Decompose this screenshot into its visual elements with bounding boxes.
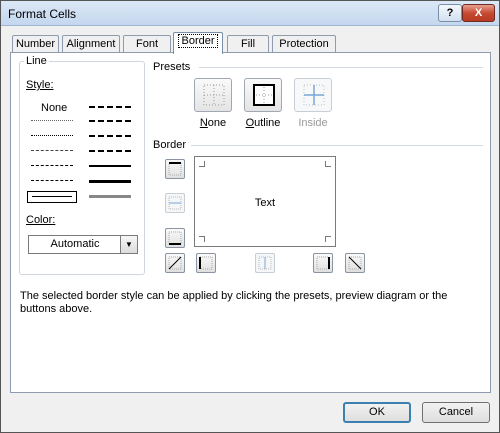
color-label: Color: bbox=[24, 214, 58, 226]
tab-font[interactable]: Font bbox=[123, 35, 171, 53]
border-preview[interactable]: Text bbox=[194, 156, 336, 247]
help-button[interactable]: ? bbox=[438, 4, 462, 22]
close-button[interactable]: X bbox=[462, 4, 495, 22]
border-inside-horizontal-icon bbox=[168, 196, 182, 210]
corner-mark-bl bbox=[199, 236, 205, 242]
tab-fill[interactable]: Fill bbox=[227, 35, 269, 53]
line-style-dash-dot-dot[interactable] bbox=[27, 146, 77, 156]
preview-text: Text bbox=[254, 197, 276, 209]
preset-inside-label: Inside bbox=[298, 117, 328, 129]
title-bar: Format Cells ? X bbox=[1, 1, 499, 26]
border-diagonal-down-button[interactable] bbox=[345, 253, 365, 273]
border-left-icon bbox=[199, 256, 213, 270]
style-label-text: Style: bbox=[26, 79, 54, 91]
border-title: Border bbox=[153, 139, 187, 151]
corner-mark-tl bbox=[199, 161, 205, 167]
cancel-button[interactable]: Cancel bbox=[422, 402, 490, 423]
line-style-dotted[interactable] bbox=[27, 131, 77, 141]
ok-button[interactable]: OK bbox=[343, 402, 411, 423]
border-bottom-button[interactable] bbox=[165, 228, 185, 248]
preset-inside-button bbox=[294, 78, 332, 112]
line-style-slanted-dash-dot[interactable] bbox=[85, 116, 135, 126]
line-style-thin-selected[interactable] bbox=[27, 191, 77, 203]
tab-border[interactable]: Border bbox=[173, 32, 223, 54]
presets-separator bbox=[199, 67, 483, 68]
line-style-dashed[interactable] bbox=[27, 176, 77, 186]
presets-title: Presets bbox=[153, 61, 191, 73]
line-group: Line Style: None Color: Automatic ▼ bbox=[19, 55, 145, 275]
diagonal-down-icon bbox=[348, 256, 362, 270]
chevron-down-icon[interactable]: ▼ bbox=[120, 236, 137, 253]
preset-outline-button[interactable] bbox=[244, 78, 282, 112]
corner-mark-tr bbox=[325, 161, 331, 167]
tab-alignment[interactable]: Alignment bbox=[62, 35, 120, 53]
line-style-medium-dashed[interactable] bbox=[85, 146, 135, 156]
line-style-medium-dash-dot[interactable] bbox=[85, 131, 135, 141]
line-style-none-label: None bbox=[41, 102, 68, 114]
corner-mark-br bbox=[325, 236, 331, 242]
border-bottom-icon bbox=[168, 231, 182, 245]
window-title: Format Cells bbox=[8, 7, 77, 21]
preset-outline-icon bbox=[253, 84, 275, 106]
preset-inside-icon bbox=[303, 84, 325, 106]
style-label: Style: bbox=[24, 79, 56, 91]
color-label-text: Color: bbox=[26, 214, 56, 226]
help-note: The selected border style can be applied… bbox=[20, 290, 448, 315]
border-inside-horizontal-button bbox=[165, 193, 185, 213]
border-separator bbox=[191, 145, 483, 146]
border-left-button[interactable] bbox=[196, 253, 216, 273]
line-style-list[interactable]: None bbox=[27, 102, 137, 208]
tab-border-label: Border bbox=[178, 34, 218, 48]
border-tab-panel: Line Style: None Color: Automatic ▼ Pres… bbox=[10, 52, 491, 393]
border-inside-vertical-button bbox=[255, 253, 275, 273]
line-style-thick[interactable] bbox=[85, 176, 135, 186]
line-style-dash-dot[interactable] bbox=[27, 161, 77, 171]
border-top-icon bbox=[168, 162, 182, 176]
border-right-button[interactable] bbox=[313, 253, 333, 273]
format-cells-dialog: Format Cells ? X Number Alignment Font B… bbox=[0, 0, 500, 433]
tab-number[interactable]: Number bbox=[12, 35, 59, 53]
tab-protection[interactable]: Protection bbox=[272, 35, 336, 53]
line-style-hair[interactable] bbox=[27, 116, 77, 126]
preset-none-icon bbox=[203, 84, 225, 106]
preset-none-button[interactable] bbox=[194, 78, 232, 112]
line-group-title: Line bbox=[24, 55, 49, 67]
diagonal-up-icon bbox=[168, 256, 182, 270]
color-value: Automatic bbox=[50, 238, 100, 250]
line-style-medium[interactable] bbox=[85, 161, 135, 171]
color-dropdown[interactable]: Automatic ▼ bbox=[28, 235, 138, 254]
line-style-medium-dash-dot-dot[interactable] bbox=[85, 102, 135, 112]
border-right-icon bbox=[316, 256, 330, 270]
line-style-double[interactable] bbox=[85, 191, 135, 201]
line-style-none[interactable]: None bbox=[27, 102, 77, 114]
border-inside-vertical-icon bbox=[258, 256, 272, 270]
border-diagonal-up-button[interactable] bbox=[165, 253, 185, 273]
border-top-button[interactable] bbox=[165, 159, 185, 179]
